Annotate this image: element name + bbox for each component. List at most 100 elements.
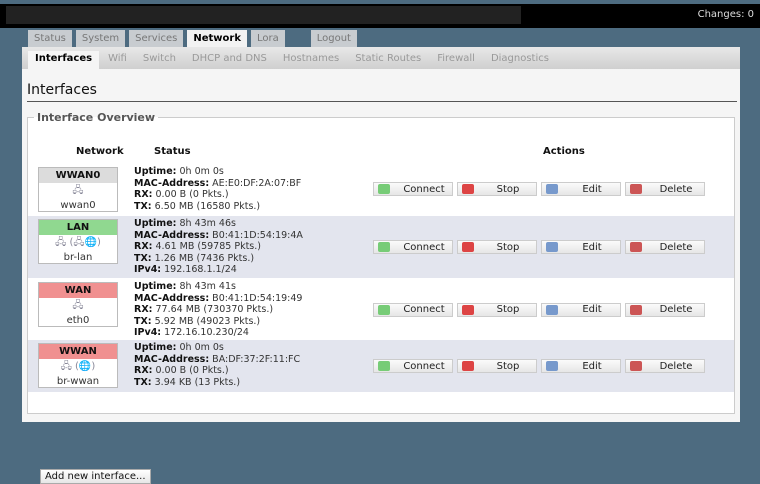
network-badge[interactable]: WAN 🖧 eth0 [38, 282, 118, 327]
label: Uptime: [134, 218, 177, 229]
rx-value: 0.00 B (0 Pkts.) [155, 189, 229, 200]
stop-button[interactable]: Stop [457, 240, 537, 254]
sub-tabs: Interfaces Wifi Switch DHCP and DNS Host… [22, 47, 740, 69]
label: TX: [134, 376, 152, 388]
edit-icon [546, 184, 558, 194]
subtab-diagnostics[interactable]: Diagnostics [484, 51, 556, 69]
mac-value: B0:41:1D:54:19:49 [212, 292, 303, 304]
row-actions: Connect Stop Edit Delete [373, 182, 705, 196]
delete-button[interactable]: Delete [625, 182, 705, 196]
tab-system[interactable]: System [75, 30, 126, 47]
stop-button[interactable]: Stop [457, 359, 537, 373]
network-device-icon: 🖧 [72, 185, 84, 196]
row-actions: Connect Stop Edit Delete [373, 302, 705, 317]
connect-icon [378, 184, 390, 194]
ipv4-line: IPv4: 172.16.10.230/24 [134, 327, 302, 339]
delete-button[interactable]: Delete [625, 359, 705, 373]
interface-row: WWAN0 🖧 wwan0 Uptime: 0h 0m 0s MAC-Addre… [28, 164, 734, 214]
edit-icon [546, 361, 558, 371]
subtab-static-routes[interactable]: Static Routes [348, 51, 428, 69]
edit-icon [546, 242, 558, 252]
network-device-icon: 🖧 [72, 300, 84, 311]
network-name: WAN [39, 283, 117, 298]
tab-lora[interactable]: Lora [250, 30, 285, 47]
network-device-icon: 🖧 (🖧🌐) [55, 237, 101, 248]
network-badge[interactable]: LAN 🖧 (🖧🌐) br-lan [38, 219, 118, 264]
connect-button[interactable]: Connect [373, 240, 453, 254]
device-name: br-wwan [56, 376, 100, 387]
label: RX: [134, 189, 153, 200]
edit-button[interactable]: Edit [541, 182, 621, 196]
delete-icon [630, 184, 642, 194]
stop-button[interactable]: Stop [457, 302, 537, 317]
network-name: LAN [39, 220, 117, 235]
interface-row: WAN 🖧 eth0 Uptime: 8h 43m 41s MAC-Addres… [28, 279, 734, 340]
tx-value: 1.26 MB (7436 Pkts.) [154, 252, 255, 264]
subtab-interfaces[interactable]: Interfaces [28, 51, 100, 69]
interface-row: WWAN 🖧 (🌐) br-wwan Uptime: 0h 0m 0s MAC-… [28, 340, 734, 392]
connect-label: Connect [403, 304, 445, 315]
label: TX: [134, 315, 152, 327]
add-interface-button[interactable]: Add new interface... [40, 469, 151, 484]
connect-button[interactable]: Connect [373, 182, 453, 196]
subtab-dhcp-dns[interactable]: DHCP and DNS [185, 51, 274, 69]
device-name: br-lan [63, 252, 93, 263]
uptime-line: Uptime: 0h 0m 0s [134, 342, 300, 354]
edit-label: Edit [582, 183, 602, 195]
network-device-icon: 🖧 (🌐) [60, 361, 96, 372]
interface-row: LAN 🖧 (🖧🌐) br-lan Uptime: 8h 43m 46s MAC… [28, 216, 734, 278]
mac-value: BA:DF:37:2F:11:FC [212, 353, 301, 365]
network-name: WWAN0 [39, 168, 117, 183]
label: RX: [134, 304, 153, 315]
rx-value: 0.00 B (0 Pkts.) [155, 365, 229, 376]
stop-icon [462, 184, 474, 194]
rx-line: RX: 77.64 MB (730370 Pkts.) [134, 304, 302, 316]
connect-icon [378, 242, 390, 252]
rx-value: 77.64 MB (730370 Pkts.) [155, 304, 274, 315]
title-area [6, 6, 521, 24]
tab-network[interactable]: Network [187, 30, 247, 47]
label: IPv4: [134, 264, 162, 275]
stop-button[interactable]: Stop [457, 182, 537, 196]
ipv4-value: 172.16.10.230/24 [164, 327, 249, 338]
interface-status: Uptime: 8h 43m 46s MAC-Address: B0:41:1D… [134, 218, 303, 276]
connect-button[interactable]: Connect [373, 359, 453, 373]
edit-button[interactable]: Edit [541, 359, 621, 373]
label: MAC-Address: [134, 292, 210, 304]
mac-line: MAC-Address: B0:41:1D:54:19:4A [134, 230, 303, 242]
subtab-wifi[interactable]: Wifi [101, 51, 134, 69]
subtab-hostnames[interactable]: Hostnames [276, 51, 346, 69]
network-badge[interactable]: WWAN 🖧 (🌐) br-wwan [38, 343, 118, 388]
tab-services[interactable]: Services [129, 30, 184, 47]
edit-button[interactable]: Edit [541, 302, 621, 317]
label: Uptime: [134, 342, 177, 353]
device-name: wwan0 [60, 200, 96, 211]
delete-label: Delete [659, 183, 693, 195]
delete-button[interactable]: Delete [625, 302, 705, 317]
edit-button[interactable]: Edit [541, 240, 621, 254]
connect-button[interactable]: Connect [373, 302, 453, 317]
label: RX: [134, 241, 153, 252]
connect-label: Connect [403, 241, 445, 253]
changes-counter[interactable]: Changes: 0 [698, 9, 754, 20]
rx-line: RX: 0.00 B (0 Pkts.) [134, 189, 301, 201]
tab-status[interactable]: Status [28, 30, 72, 47]
mac-line: MAC-Address: B0:41:1D:54:19:49 [134, 293, 302, 305]
tab-logout[interactable]: Logout [310, 30, 357, 47]
uptime-value: 8h 43m 41s [179, 281, 236, 292]
stop-icon [462, 242, 474, 252]
subtab-switch[interactable]: Switch [136, 51, 183, 69]
tx-line: TX: 5.92 MB (49023 Pkts.) [134, 316, 302, 328]
uptime-line: Uptime: 8h 43m 41s [134, 281, 302, 293]
label: TX: [134, 200, 152, 212]
delete-button[interactable]: Delete [625, 240, 705, 254]
mac-value: AE:E0:DF:2A:07:BF [212, 177, 302, 189]
network-badge[interactable]: WWAN0 🖧 wwan0 [38, 167, 118, 212]
stop-icon [462, 304, 474, 315]
stop-label: Stop [496, 183, 520, 195]
delete-label: Delete [659, 304, 693, 315]
label: MAC-Address: [134, 229, 210, 241]
delete-icon [630, 304, 642, 315]
row-actions: Connect Stop Edit Delete [373, 240, 705, 254]
subtab-firewall[interactable]: Firewall [430, 51, 482, 69]
